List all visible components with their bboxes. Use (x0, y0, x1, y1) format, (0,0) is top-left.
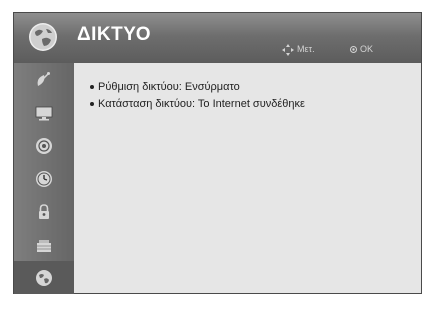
sidebar-item-lock[interactable] (14, 195, 74, 228)
sidebar-item-option[interactable] (14, 228, 74, 261)
move-hint: Μετ. (297, 44, 315, 54)
bullet-icon (90, 102, 94, 107)
page-title: ΔΙΚΤΥΟ (77, 24, 151, 45)
category-sidebar (14, 63, 74, 294)
network-globe-icon (36, 270, 52, 286)
lock-icon (39, 204, 49, 219)
network-status-label: Κατάσταση δικτύου: Το Internet συνδέθηκε (98, 98, 305, 110)
network-setting-label: Ρύθμιση δικτύου: Ενσύρματο (98, 81, 240, 93)
network-menu-window: ΔΙΚΤΥΟ Μετ. OK Ρύθμιση δικτύου: Ενσύρματ… (13, 12, 422, 294)
ok-hint: OK (360, 44, 374, 54)
ok-button-icon (350, 46, 357, 53)
sidebar-item-audio[interactable] (14, 129, 74, 162)
network-globe-icon (29, 23, 57, 51)
move-arrows-icon (282, 44, 294, 56)
network-info-panel: Ρύθμιση δικτύου: Ενσύρματο Κατάσταση δικ… (74, 63, 421, 293)
satellite-dish-icon (37, 72, 50, 86)
sidebar-item-network[interactable] (14, 261, 74, 294)
sidebar-item-picture[interactable] (14, 96, 74, 129)
picture-monitor-icon (35, 106, 53, 121)
bullet-icon (90, 85, 94, 90)
audio-speaker-icon (36, 138, 52, 154)
network-status-item[interactable]: Κατάσταση δικτύου: Το Internet συνδέθηκε (90, 98, 305, 110)
sidebar-item-time[interactable] (14, 162, 74, 195)
network-setting-item[interactable]: Ρύθμιση δικτύου: Ενσύρματο (90, 81, 240, 93)
sidebar-item-channel[interactable] (14, 63, 74, 96)
menu-header: ΔΙΚΤΥΟ Μετ. OK (14, 13, 421, 63)
clock-icon (36, 171, 52, 187)
options-icon (37, 240, 51, 252)
